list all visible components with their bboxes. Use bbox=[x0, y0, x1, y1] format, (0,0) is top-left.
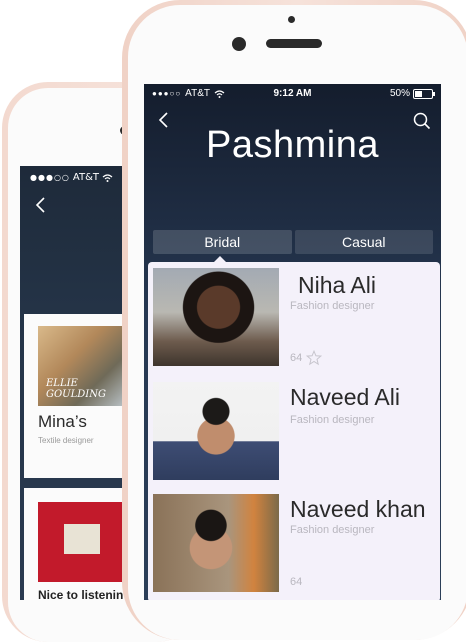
album-cover bbox=[38, 502, 124, 582]
tab-bridal[interactable]: Bridal bbox=[153, 230, 292, 254]
list-item[interactable]: Naveed khan Fashion designer 64 bbox=[148, 488, 440, 600]
album-cover-text: ELLIE GOULDING bbox=[46, 378, 106, 400]
designer-role: Fashion designer bbox=[290, 414, 375, 426]
designer-photo bbox=[153, 382, 279, 480]
list-item[interactable]: Naveed Ali Fashion designer bbox=[148, 376, 440, 490]
battery-level bbox=[415, 90, 422, 97]
album-cover: ELLIE GOULDING bbox=[38, 326, 124, 406]
album-art-shape bbox=[64, 524, 100, 554]
page-title: Pashmina bbox=[206, 124, 379, 166]
status-bar: ●●●○○ AT&T 9:12 AM 50% bbox=[144, 84, 441, 102]
back-chevron-icon[interactable] bbox=[34, 196, 46, 219]
back-phone-screen: ●●●○○ AT&T ELLIE GOULDING Mina’s Textile… bbox=[20, 166, 124, 600]
back-card[interactable]: Nice to listenin bbox=[24, 488, 124, 600]
category-tabs: Bridal Casual bbox=[153, 230, 433, 254]
designer-rating: 64 bbox=[290, 350, 323, 366]
designer-role: Fashion designer bbox=[290, 300, 375, 312]
rating-count: 64 bbox=[290, 352, 303, 364]
designer-list: Niha Ali Fashion designer 64 Naveed Ali … bbox=[148, 262, 440, 600]
wifi-icon bbox=[102, 173, 113, 182]
designer-photo bbox=[153, 268, 279, 366]
back-card-title: Mina’s bbox=[38, 412, 87, 431]
signal-dots-icon: ●●●○○ bbox=[30, 173, 70, 182]
list-item[interactable]: Niha Ali Fashion designer 64 bbox=[148, 262, 440, 376]
battery-icon bbox=[413, 88, 435, 99]
designer-name: Naveed Ali bbox=[290, 384, 400, 410]
designer-role: Fashion designer bbox=[290, 524, 375, 536]
battery-percent: 50% bbox=[389, 88, 410, 99]
status-right: 50% bbox=[389, 88, 435, 99]
star-icon[interactable] bbox=[306, 350, 323, 366]
app-screen: ●●●○○ AT&T 9:12 AM 50% Pashmina Bridal C… bbox=[144, 84, 441, 600]
back-card-subtitle: Textile designer bbox=[38, 436, 94, 445]
back-carrier-label: AT&T bbox=[72, 172, 99, 183]
designer-photo bbox=[153, 494, 279, 592]
designer-rating: 64 bbox=[290, 576, 302, 588]
rating-count: 64 bbox=[290, 576, 303, 588]
designer-name: Niha Ali bbox=[298, 272, 376, 298]
tab-casual[interactable]: Casual bbox=[294, 230, 433, 254]
back-card-title: Nice to listenin bbox=[38, 588, 124, 600]
back-status-bar: ●●●○○ AT&T bbox=[30, 172, 113, 183]
back-card[interactable]: ELLIE GOULDING Mina’s Textile designer bbox=[24, 314, 124, 478]
designer-name: Naveed khan bbox=[290, 496, 426, 522]
front-camera bbox=[232, 37, 246, 51]
earpiece-speaker bbox=[266, 39, 322, 48]
proximity-sensor bbox=[288, 16, 295, 23]
